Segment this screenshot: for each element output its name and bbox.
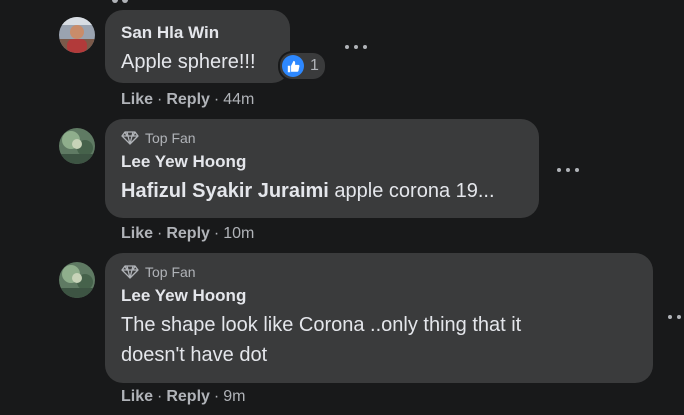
comment-actions: Like · Reply · 10m (121, 225, 254, 243)
timestamp[interactable]: 44m (223, 91, 254, 108)
previous-comment-actions-fragment (112, 0, 132, 3)
like-button[interactable]: Like (121, 91, 153, 108)
avatar[interactable] (59, 17, 95, 53)
more-options-icon[interactable] (668, 312, 684, 322)
comment-text-line-2: doesn't have dot (121, 344, 268, 366)
comment-actions: Like · Reply · 9m (121, 388, 245, 406)
like-button[interactable]: Like (121, 388, 153, 405)
reaction-summary[interactable]: 1 (280, 53, 325, 79)
comment-bubble: San Hla Win Apple sphere!!! (105, 10, 290, 83)
badge-label: Top Fan (145, 264, 196, 280)
comment-actions: Like · Reply · 44m (121, 91, 254, 109)
more-options-icon[interactable] (557, 165, 579, 175)
comment-body: apple corona 19... (328, 180, 495, 202)
comment-bubble: Top Fan Lee Yew Hoong The shape look lik… (105, 253, 653, 383)
separator: · (157, 388, 163, 405)
diamond-icon (121, 265, 139, 279)
comment-text: Hafizul Syakir Juraimi apple corona 19..… (121, 176, 527, 206)
reply-button[interactable]: Reply (166, 388, 210, 405)
comment-author[interactable]: Lee Yew Hoong (121, 285, 641, 307)
separator: · (213, 225, 220, 242)
avatar[interactable] (59, 262, 95, 298)
diamond-icon (121, 131, 139, 145)
top-fan-badge: Top Fan (121, 129, 527, 147)
avatar-image (59, 17, 95, 53)
separator: · (157, 225, 163, 242)
comment-author[interactable]: San Hla Win (121, 22, 278, 44)
timestamp[interactable]: 10m (223, 225, 254, 242)
badge-label: Top Fan (145, 130, 196, 146)
top-fan-badge: Top Fan (121, 263, 641, 281)
comment-text-line-1: The shape look like Corona ..only thing … (121, 314, 522, 336)
comment-bubble: Top Fan Lee Yew Hoong Hafizul Syakir Jur… (105, 119, 539, 218)
timestamp[interactable]: 9m (223, 388, 245, 405)
avatar[interactable] (59, 128, 95, 164)
reply-button[interactable]: Reply (166, 225, 210, 242)
separator: · (213, 91, 220, 108)
avatar-image (59, 262, 95, 298)
comments-panel: San Hla Win Apple sphere!!! 1 Like · Reply… (0, 0, 684, 415)
like-button[interactable]: Like (121, 225, 153, 242)
comment-author[interactable]: Lee Yew Hoong (121, 151, 527, 173)
more-options-icon[interactable] (345, 42, 367, 52)
separator: · (213, 388, 220, 405)
reaction-count: 1 (310, 57, 319, 74)
like-icon (282, 55, 304, 77)
comment-text: Apple sphere!!! (121, 51, 256, 73)
avatar-image (59, 128, 95, 164)
reply-button[interactable]: Reply (166, 91, 210, 108)
separator: · (157, 91, 163, 108)
mention-link[interactable]: Hafizul Syakir Juraimi (121, 180, 329, 202)
